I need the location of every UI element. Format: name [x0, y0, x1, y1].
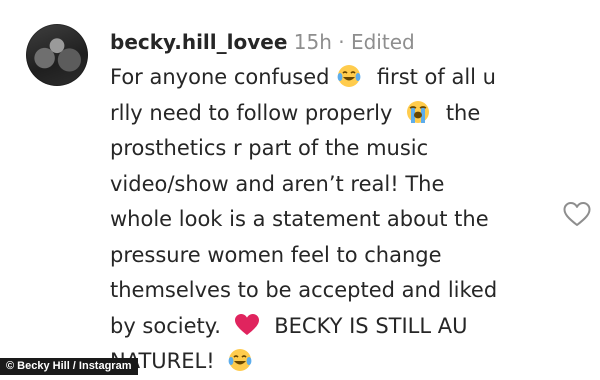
comment-item: becky.hill_lovee 15h · Edited For anyone…	[0, 0, 600, 375]
photo-credit: © Becky Hill / Instagram	[0, 358, 138, 375]
comment-timestamp[interactable]: 15h	[294, 30, 332, 54]
comment-text: For anyone confused first of all u rlly …	[110, 60, 550, 380]
face-with-tears-of-joy-icon	[228, 349, 252, 371]
meta-separator: ·	[338, 30, 345, 54]
comment-line: NATUREL!	[110, 344, 550, 380]
comment-line: themselves to be accepted and liked	[110, 278, 498, 302]
loudly-crying-face-icon	[407, 100, 430, 123]
edited-label: Edited	[350, 30, 415, 54]
like-heart-icon[interactable]	[562, 200, 592, 228]
comment-line: prosthetics r part of the music	[110, 136, 429, 160]
username-link[interactable]: becky.hill_lovee	[110, 30, 287, 54]
red-heart-icon	[234, 313, 259, 335]
comment-header: becky.hill_lovee 15h · Edited	[110, 28, 415, 56]
comment-line: by society. BECKY IS STILL AU	[110, 313, 468, 338]
face-with-tears-of-joy-icon	[337, 65, 361, 87]
comment-line: whole look is a statement about the	[110, 207, 489, 231]
comment-line: video/show and aren’t real! The	[110, 171, 445, 196]
comment-line: rlly need to follow properly the	[110, 100, 481, 125]
comment-line: pressure women feel to change	[110, 242, 442, 267]
avatar[interactable]	[26, 24, 88, 86]
comment-line: For anyone confused first of all u	[110, 65, 496, 89]
